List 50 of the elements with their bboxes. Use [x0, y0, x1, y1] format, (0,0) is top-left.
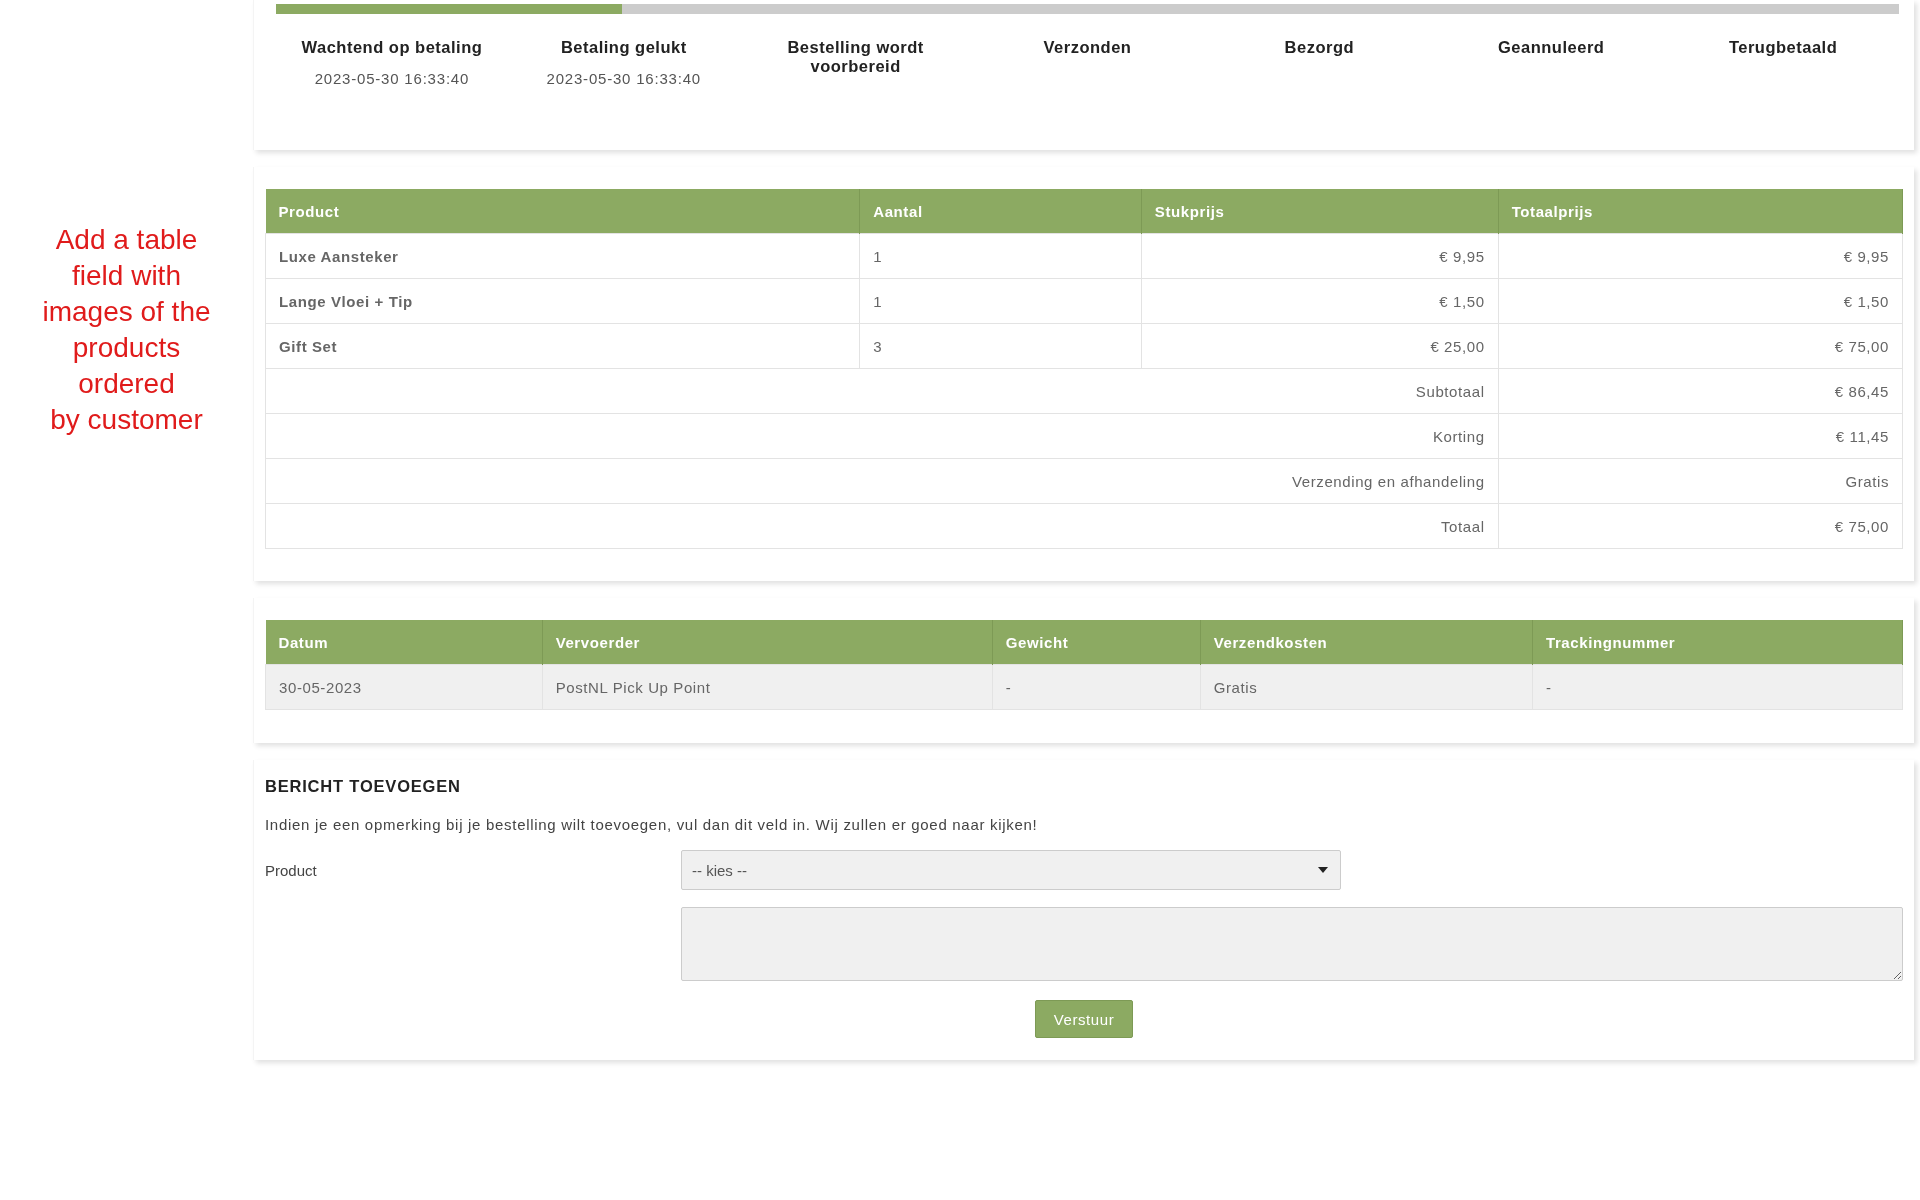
table-cell: Gratis [1200, 664, 1533, 710]
table-cell: - [992, 664, 1201, 710]
column-header: Product [265, 189, 860, 234]
description-text: Indien je een opmerking bij je bestelling wilt toevoegen, vul dan dit veld in. Wij zullen er goed naar kijken! [265, 816, 1039, 833]
field-label: Product [265, 861, 318, 879]
step-label: Bezorgd [1284, 38, 1355, 57]
table-cell: € 9,95 [1498, 233, 1903, 279]
table-cell: Lange Vloei + Tip [265, 278, 860, 324]
total-label: Korting [265, 413, 1499, 459]
annotation-note: Add a table field with images of the products ordered by customer [42, 223, 211, 437]
column-header: Aantal [859, 189, 1142, 234]
column-header: Vervoerder [542, 620, 993, 665]
column-header: Trackingnummer [1532, 620, 1903, 665]
total-value: Gratis [1498, 458, 1903, 504]
message-field[interactable] [681, 907, 1903, 981]
step-time: 2023-05-30 16:33:40 [546, 70, 701, 87]
table-cell: € 1,50 [1498, 278, 1903, 324]
column-header: Totaalprijs [1498, 189, 1903, 234]
step-label: Verzonden [1043, 38, 1132, 57]
column-header: Verzendkosten [1200, 620, 1533, 665]
total-value: € 11,45 [1498, 413, 1903, 459]
table-cell: 3 [859, 323, 1142, 369]
table-cell: 1 [859, 278, 1142, 324]
column-header: Datum [265, 620, 543, 665]
table-cell: PostNL Pick Up Point [542, 664, 993, 710]
column-header: Gewicht [992, 620, 1201, 665]
total-value: € 86,45 [1498, 368, 1903, 414]
step-label: Wachtend op betaling [301, 38, 483, 57]
step-label: Betaling gelukt [560, 38, 687, 57]
caret-icon [1318, 867, 1328, 873]
table-cell: - [1532, 664, 1903, 710]
total-label: Verzending en afhandeling [265, 458, 1499, 504]
step-time: 2023-05-30 16:33:40 [314, 70, 470, 87]
table-cell: € 1,50 [1141, 278, 1499, 324]
table-cell: € 75,00 [1498, 323, 1903, 369]
step-label: Geannuleerd [1498, 38, 1605, 57]
table-cell: Gift Set [265, 323, 860, 369]
total-value: € 75,00 [1498, 503, 1903, 549]
table-cell: € 9,95 [1141, 233, 1499, 279]
step-label: Bestelling wordt voorbereid [786, 38, 925, 76]
step-label: Terugbetaald [1728, 38, 1838, 57]
table-cell: 30-05-2023 [265, 664, 543, 710]
table-cell: 1 [859, 233, 1142, 279]
column-header: Stukprijs [1141, 189, 1499, 234]
total-label: Subtotaal [265, 368, 1499, 414]
total-label: Totaal [265, 503, 1499, 549]
table-cell: € 25,00 [1141, 323, 1499, 369]
table-cell: Luxe Aansteker [265, 233, 860, 279]
section-title: BERICHT TOEVOEGEN [265, 777, 462, 796]
product-select[interactable]: -- kies -- [681, 850, 1341, 890]
